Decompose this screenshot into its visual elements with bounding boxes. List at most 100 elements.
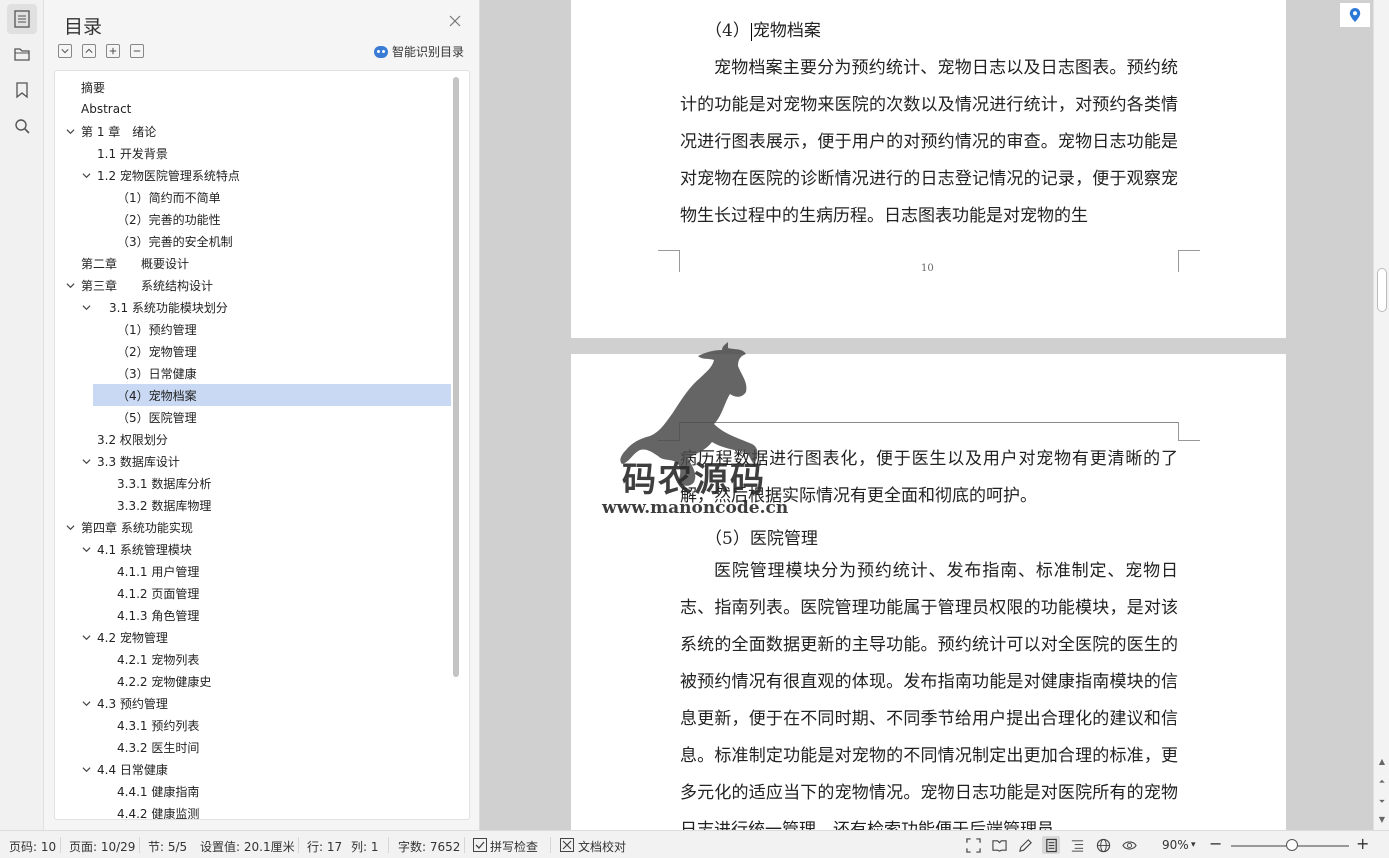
status-word-count[interactable]: 字数: 7652 <box>398 838 460 855</box>
toc-item[interactable]: （1）简约而不简单 <box>55 186 451 208</box>
location-button[interactable] <box>1339 2 1371 28</box>
toc-item[interactable]: 4.1.3 角色管理 <box>55 604 451 626</box>
page2-paragraph-2[interactable]: 医院管理模块分为预约统计、发布指南、标准制定、宠物日志、指南列表。医院管理功能属… <box>680 553 1178 830</box>
toc-item[interactable]: 4.3.1 预约列表 <box>55 714 451 736</box>
toc-item[interactable]: 4.2.1 宠物列表 <box>55 648 451 670</box>
zoom-in-button[interactable]: + <box>1356 834 1369 853</box>
toc-item[interactable]: 第二章 概要设计 <box>55 252 451 274</box>
prev-page-icon[interactable]: ⏶ <box>1377 776 1387 788</box>
chevron-down-icon[interactable] <box>81 302 91 312</box>
eye-protection-button[interactable] <box>1120 836 1138 854</box>
smart-toc-button[interactable]: 智能识别目录 <box>374 43 464 60</box>
toc-list-container: 摘要 Abstract 第 1 章 绪论 1.1 开发背景 1.2 宠物医院管理系统特点… <box>54 70 470 820</box>
toc-item[interactable]: 4.1.2 页面管理 <box>55 582 451 604</box>
chevron-down-icon[interactable] <box>81 170 91 180</box>
chevron-down-icon[interactable] <box>81 698 91 708</box>
chevron-down-icon[interactable] <box>81 764 91 774</box>
toc-item-label: 4.4.2 健康监测 <box>117 806 200 820</box>
toc-item[interactable]: 3.3.2 数据库物理 <box>55 494 451 516</box>
zoom-slider-thumb[interactable] <box>1286 839 1298 851</box>
toc-item[interactable]: （1）预约管理 <box>55 318 451 340</box>
toc-item[interactable]: 4.3.2 医生时间 <box>55 736 451 758</box>
toc-item[interactable]: 3.2 权限划分 <box>55 428 451 450</box>
toc-item[interactable]: 1.1 开发背景 <box>55 142 451 164</box>
zoom-out-button[interactable]: − <box>1209 834 1222 853</box>
chevron-down-icon[interactable] <box>65 126 75 136</box>
toc-item[interactable]: 4.2 宠物管理 <box>55 626 451 648</box>
toc-item-label: （5）医院管理 <box>117 410 197 425</box>
toc-item[interactable]: 3.3 数据库设计 <box>55 450 451 472</box>
toc-item[interactable]: Abstract <box>55 98 451 120</box>
toc-scrollbar[interactable] <box>453 77 459 677</box>
toc-panel-button[interactable] <box>7 4 37 34</box>
vertical-scrollbar[interactable]: ▲ ⏶ ⏷ ▼ <box>1373 0 1389 830</box>
scroll-up-icon[interactable]: ▲ <box>1377 756 1387 768</box>
outline-view-button[interactable] <box>1068 836 1086 854</box>
chevron-down-icon[interactable] <box>81 456 91 466</box>
toc-item-label: （1）简约而不简单 <box>117 190 221 205</box>
zoom-level[interactable]: 90% <box>1162 838 1189 852</box>
toc-item[interactable]: （3）完善的安全机制 <box>55 230 451 252</box>
toc-item[interactable]: 1.2 宠物医院管理系统特点 <box>55 164 451 186</box>
remove-heading-button[interactable] <box>130 44 144 58</box>
toc-item[interactable]: 第 1 章 绪论 <box>55 120 451 142</box>
chevron-down-icon[interactable] <box>81 544 91 554</box>
toc-item[interactable]: 摘要 <box>55 76 451 98</box>
bookmark-button[interactable] <box>7 75 37 105</box>
close-icon[interactable] <box>448 14 462 28</box>
next-page-icon[interactable]: ⏷ <box>1377 796 1387 808</box>
web-view-button[interactable] <box>1094 836 1112 854</box>
toc-item[interactable]: （2）完善的功能性 <box>55 208 451 230</box>
toc-item[interactable]: （3）日常健康 <box>55 362 451 384</box>
expand-all-button[interactable] <box>58 44 72 58</box>
page-view-button[interactable] <box>1042 836 1060 854</box>
toc-item[interactable]: 4.4.1 健康指南 <box>55 780 451 802</box>
status-row[interactable]: 行: 17 <box>307 838 342 855</box>
toc-item-label: 4.1.3 角色管理 <box>117 608 200 623</box>
toc-item-label: （3）完善的安全机制 <box>117 234 233 249</box>
page1-paragraph[interactable]: 宠物档案主要分为预约统计、宠物日志以及日志图表。预约统计的功能是对宠物来医院的次… <box>680 50 1178 235</box>
status-page[interactable]: 页面: 10/29 <box>69 838 135 855</box>
add-heading-button[interactable] <box>106 44 120 58</box>
toc-item[interactable]: （2）宠物管理 <box>55 340 451 362</box>
toc-item-label: 4.4 日常健康 <box>97 762 168 777</box>
toc-item[interactable]: 4.4.2 健康监测 <box>55 802 451 820</box>
toc-item[interactable]: 第三章 系统结构设计 <box>55 274 451 296</box>
collapse-all-button[interactable] <box>82 44 96 58</box>
globe-icon <box>1096 838 1110 852</box>
status-page-code[interactable]: 页码: 10 <box>9 838 56 855</box>
fullscreen-button[interactable] <box>964 836 982 854</box>
smart-toc-label: 智能识别目录 <box>392 45 465 59</box>
navigation-button[interactable] <box>7 39 37 69</box>
chevron-down-icon[interactable] <box>65 522 75 532</box>
doc-proof-button[interactable]: 文档校对 <box>578 838 626 855</box>
toc-title: 目录 <box>64 16 103 38</box>
toc-item[interactable]: 4.1.1 用户管理 <box>55 560 451 582</box>
toc-item-label: 4.2.1 宠物列表 <box>117 652 200 667</box>
toc-item[interactable]: 4.3 预约管理 <box>55 692 451 714</box>
toc-item[interactable]: 3.1 系统功能模块划分 <box>55 296 451 318</box>
toc-item[interactable]: （4）宠物档案 <box>93 384 451 406</box>
chevron-down-icon[interactable] <box>65 280 75 290</box>
status-col[interactable]: 列: 1 <box>351 838 379 855</box>
spell-check-button[interactable]: 拼写检查 <box>490 838 538 855</box>
write-mode-button[interactable] <box>1016 836 1034 854</box>
toc-item[interactable]: 4.2.2 宠物健康史 <box>55 670 451 692</box>
zoom-dropdown-icon[interactable]: ▾ <box>1191 840 1196 850</box>
status-section[interactable]: 节: 5/5 <box>148 838 187 855</box>
toc-item[interactable]: 4.1 系统管理模块 <box>55 538 451 560</box>
status-setting[interactable]: 设置值: 20.1厘米 <box>200 838 295 855</box>
toc-item-label: （2）完善的功能性 <box>117 212 221 227</box>
toc-item-label: 第 1 章 绪论 <box>81 124 157 139</box>
toc-item[interactable]: （5）医院管理 <box>55 406 451 428</box>
toc-item[interactable]: 3.3.1 数据库分析 <box>55 472 451 494</box>
toc-item[interactable]: 4.4 日常健康 <box>55 758 451 780</box>
read-mode-button[interactable] <box>990 836 1008 854</box>
search-button[interactable] <box>7 111 37 141</box>
scrollbar-thumb[interactable] <box>1377 268 1387 312</box>
scroll-down-icon[interactable]: ▼ <box>1377 814 1387 826</box>
toc-item-label: 4.4.1 健康指南 <box>117 784 200 799</box>
toc-item[interactable]: 第四章 系统功能实现 <box>55 516 451 538</box>
document-canvas[interactable]: （4） 宠物档案 宠物档案主要分为预约统计、宠物日志以及日志图表。预约统计的功能是… <box>480 0 1373 830</box>
chevron-down-icon[interactable] <box>81 632 91 642</box>
